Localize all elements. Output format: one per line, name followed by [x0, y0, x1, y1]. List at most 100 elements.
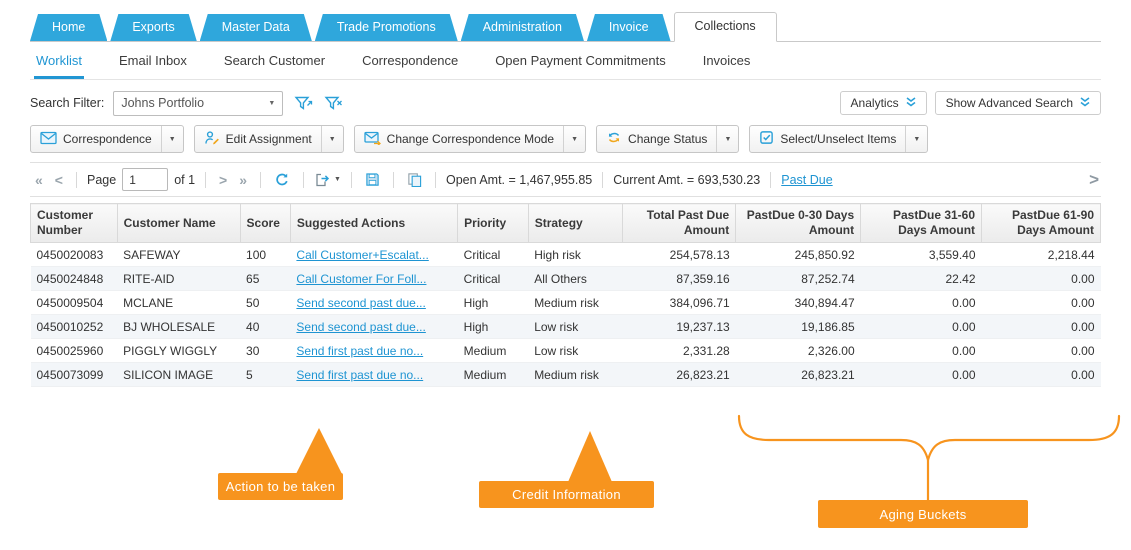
customer-name-cell: BJ WHOLESALE [117, 314, 241, 339]
change-status-dropdown[interactable]: ▼ [716, 126, 738, 152]
caret-down-icon: ▼ [328, 135, 336, 143]
suggested-actions-callout-label: Action to be taken [225, 479, 336, 494]
refresh-button[interactable] [271, 172, 293, 188]
priority-cell: High [457, 290, 529, 315]
table-row[interactable]: 0450073099 SILICON IMAGE 5 Send first pa… [30, 362, 1101, 387]
table-row[interactable]: 0450025960 PIGGLY WIGGLY 30 Send first p… [30, 338, 1101, 363]
subtab-email-inbox[interactable]: Email Inbox [117, 53, 189, 79]
page-input[interactable] [122, 168, 169, 191]
subtab-invoices[interactable]: Invoices [701, 53, 753, 79]
strategy-cell: Medium risk [528, 362, 623, 387]
suggested-action-link[interactable]: Call Customer+Escalat... [296, 248, 428, 262]
suggested-actions-callout: Action to be taken [218, 473, 343, 500]
customer-number-cell: 0450073099 [30, 362, 118, 387]
suggested-action-link[interactable]: Send first past due no... [296, 368, 423, 382]
show-advanced-search-label: Show Advanced Search [945, 96, 1073, 110]
col-pastdue-61-90[interactable]: PastDue 61-90 Days Amount [981, 203, 1101, 243]
strategy-callout-arrow [568, 431, 612, 482]
search-filter-label: Search Filter: [30, 96, 105, 110]
total-past-due-cell: 19,237.13 [622, 314, 736, 339]
customer-name-cell: PIGGLY WIGGLY [117, 338, 241, 363]
change-status-button[interactable]: Change Status ▼ [596, 125, 740, 153]
analytics-button[interactable]: Analytics [839, 91, 927, 115]
change-correspondence-mode-button[interactable]: Change Correspondence Mode ▼ [353, 125, 587, 153]
suggested-actions-callout-arrow [296, 428, 342, 474]
pastdue-31-60-cell: 22.42 [860, 266, 982, 291]
separator [434, 171, 436, 188]
clear-filter-icon[interactable] [324, 95, 343, 112]
past-due-link[interactable]: Past Due [781, 173, 832, 187]
pastdue-61-90-cell: 0.00 [981, 266, 1101, 291]
select-unselect-items-label: Select/Unselect Items [780, 132, 897, 146]
score-cell: 65 [240, 266, 291, 291]
tab-trade-promotions[interactable]: Trade Promotions [315, 14, 458, 41]
customer-name-cell: SAFEWAY [117, 242, 241, 267]
pastdue-61-90-cell: 0.00 [981, 338, 1101, 363]
tab-invoice[interactable]: Invoice [587, 14, 671, 41]
correspondence-dropdown[interactable]: ▼ [160, 126, 183, 152]
pastdue-0-30-cell: 26,823.21 [735, 362, 861, 387]
copy-button[interactable] [404, 172, 425, 187]
show-advanced-search-button[interactable]: Show Advanced Search [934, 91, 1101, 115]
subtab-worklist[interactable]: Worklist [34, 53, 84, 79]
col-pastdue-0-30[interactable]: PastDue 0-30 Days Amount [735, 203, 862, 243]
last-page-button[interactable]: » [236, 173, 250, 187]
next-page-button[interactable]: > [216, 173, 230, 187]
col-total-past-due[interactable]: Total Past Due Amount [622, 203, 737, 243]
suggested-action-link[interactable]: Send second past due... [296, 296, 425, 310]
scroll-columns-right-button[interactable]: > [1089, 170, 1099, 190]
tab-master-data[interactable]: Master Data [200, 14, 312, 41]
tab-exports[interactable]: Exports [110, 14, 196, 41]
table-row[interactable]: 0450024848 RITE-AID 65 Call Customer For… [30, 266, 1101, 291]
change-correspondence-mode-icon [364, 131, 381, 148]
edit-assignment-button[interactable]: Edit Assignment ▼ [193, 125, 344, 153]
suggested-action-link[interactable]: Send first past due no... [296, 344, 423, 358]
tab-administration[interactable]: Administration [461, 14, 584, 41]
strategy-cell: All Others [528, 266, 623, 291]
set-filter-icon[interactable] [294, 95, 313, 112]
subtab-search-customer[interactable]: Search Customer [222, 53, 327, 79]
table-row[interactable]: 0450010252 BJ WHOLESALE 40 Send second p… [30, 314, 1101, 339]
correspondence-button[interactable]: Correspondence ▼ [30, 125, 184, 153]
total-past-due-cell: 87,359.16 [622, 266, 736, 291]
col-priority[interactable]: Priority [457, 203, 529, 243]
caret-down-icon: ▼ [913, 135, 921, 143]
suggested-action-link[interactable]: Send second past due... [296, 320, 425, 334]
change-correspondence-mode-dropdown[interactable]: ▼ [563, 126, 585, 152]
select-unselect-items-button[interactable]: Select/Unselect Items ▼ [749, 125, 929, 153]
grid-status-bar: « < Page of 1 > » ▼ [30, 162, 1101, 197]
action-toolbar: Correspondence ▼ Edit Assignment ▼ Chang… [30, 124, 1101, 154]
save-button[interactable] [362, 172, 383, 187]
main-tab-bar: Home Exports Master Data Trade Promotion… [30, 12, 1101, 42]
subtab-open-payment-commitments[interactable]: Open Payment Commitments [493, 53, 668, 79]
col-suggested-actions[interactable]: Suggested Actions [289, 203, 459, 243]
subtab-correspondence[interactable]: Correspondence [360, 53, 460, 79]
worklist-table: Customer Number Customer Name Score Sugg… [30, 203, 1101, 387]
tab-home[interactable]: Home [30, 14, 107, 41]
pastdue-61-90-cell: 2,218.44 [981, 242, 1101, 267]
col-score[interactable]: Score [239, 203, 291, 243]
search-filter-combobox[interactable]: Johns Portfolio ▼ [113, 90, 284, 116]
strategy-callout: Credit Information [479, 481, 654, 508]
tab-collections[interactable]: Collections [673, 12, 777, 42]
select-unselect-items-dropdown[interactable]: ▼ [905, 126, 927, 152]
col-customer-name[interactable]: Customer Name [116, 203, 241, 243]
table-row[interactable]: 0450020083 SAFEWAY 100 Call Customer+Esc… [30, 242, 1101, 267]
pastdue-31-60-cell: 3,559.40 [860, 242, 982, 267]
previous-page-button[interactable]: < [52, 173, 66, 187]
export-button[interactable]: ▼ [314, 172, 341, 188]
table-row[interactable]: 0450009504 MCLANE 50 Send second past du… [30, 290, 1101, 315]
separator [260, 171, 262, 188]
priority-cell: Medium [457, 362, 529, 387]
separator [205, 171, 207, 188]
suggested-action-link[interactable]: Call Customer For Foll... [296, 272, 426, 286]
first-page-button[interactable]: « [32, 173, 46, 187]
col-strategy[interactable]: Strategy [527, 203, 624, 243]
select-unselect-icon [759, 130, 774, 148]
priority-cell: High [457, 314, 529, 339]
col-customer-number[interactable]: Customer Number [30, 203, 118, 243]
edit-assignment-label: Edit Assignment [225, 132, 312, 146]
edit-assignment-dropdown[interactable]: ▼ [320, 126, 343, 152]
col-pastdue-31-60[interactable]: PastDue 31-60 Days Amount [860, 203, 983, 243]
customer-number-cell: 0450024848 [30, 266, 118, 291]
